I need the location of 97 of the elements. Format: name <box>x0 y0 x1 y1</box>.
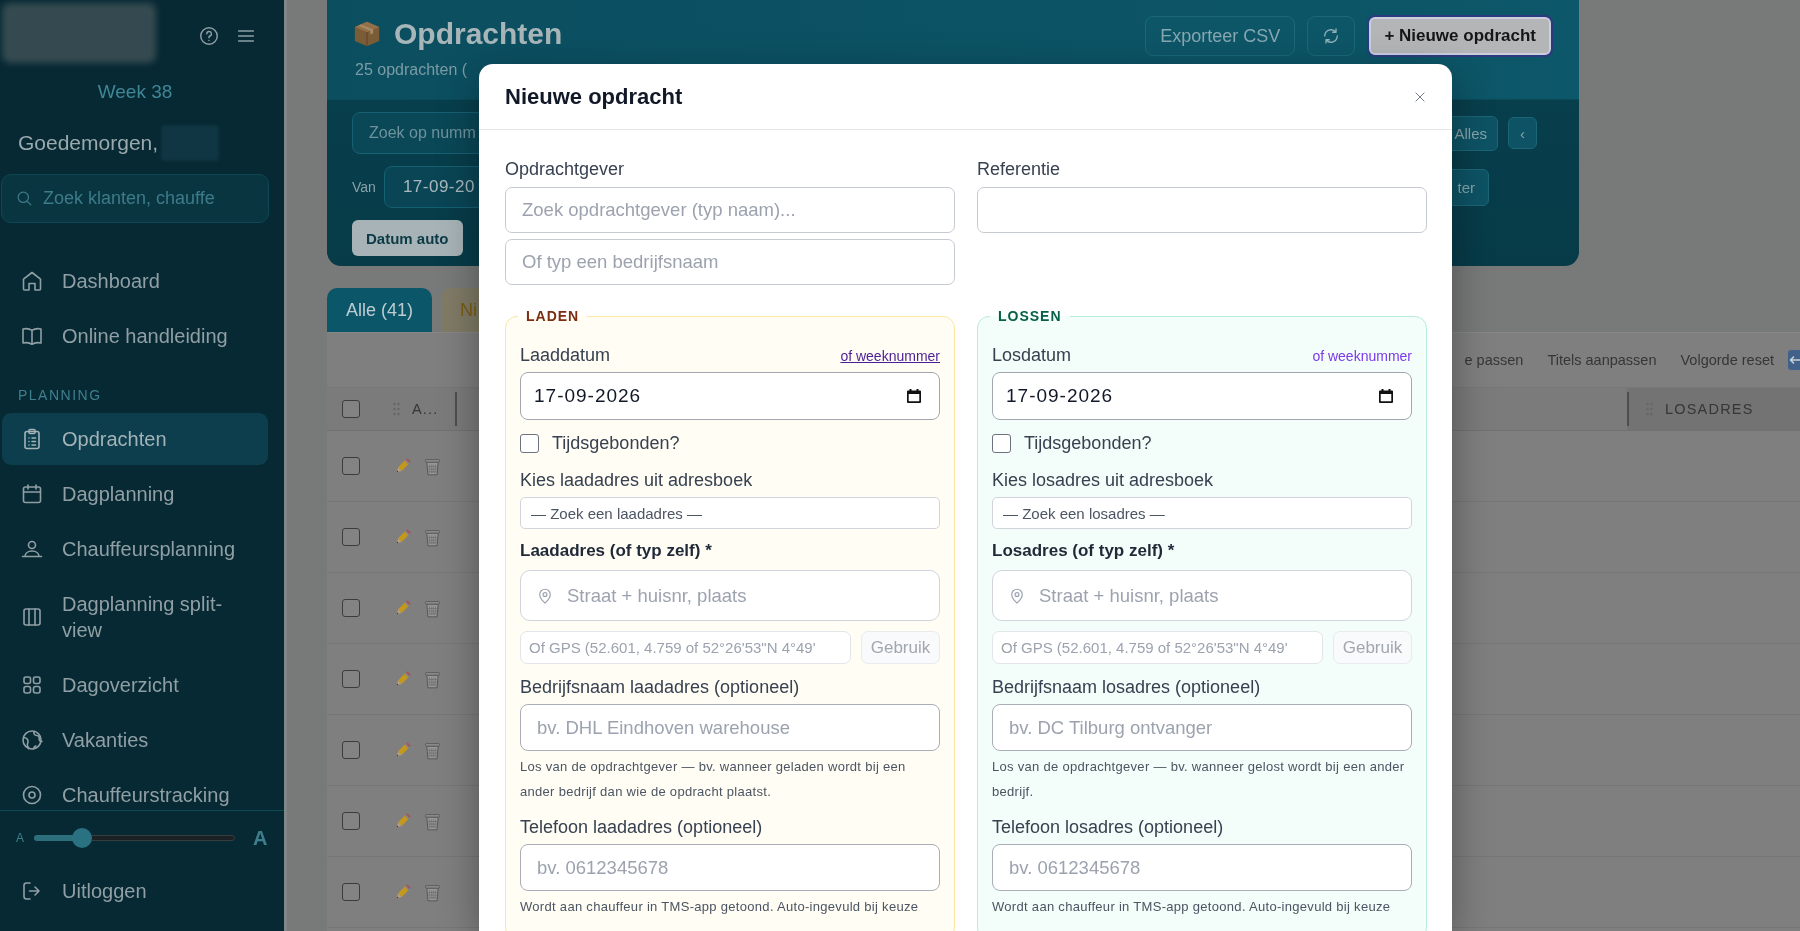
nav-item[interactable]: Online handleiding <box>2 310 268 362</box>
logout-button[interactable]: Uitloggen <box>2 865 268 917</box>
field-label: Van <box>352 179 376 195</box>
calendar-icon <box>20 482 44 506</box>
toolbar-button[interactable]: Titels aanpassen <box>1547 352 1657 368</box>
field-label: Losdatum <box>992 345 1072 365</box>
nav-item[interactable]: Dagplanning split-view <box>2 578 268 656</box>
field-label: Laaddatum <box>520 345 611 365</box>
gps-field[interactable]: Of GPS (52.601, 4.759 of 52°26'53"N 4°49' <box>992 631 1323 664</box>
nav-item[interactable]: Dashboard <box>2 255 268 307</box>
outline-button[interactable]: Exporteer CSV <box>1145 16 1296 56</box>
date-field[interactable]: 17-09-2026 <box>520 372 940 420</box>
week-number-link[interactable]: of weeknummer <box>840 348 940 364</box>
reference-field[interactable] <box>977 187 1427 233</box>
close-icon <box>1413 89 1427 104</box>
field-label: Kies losadres uit adresboek <box>992 470 1214 490</box>
field-label: Laadadres (of typ zelf) * <box>520 541 712 561</box>
checkbox[interactable] <box>342 883 360 901</box>
search-icon <box>15 189 34 208</box>
gps-field[interactable]: Of GPS (52.601, 4.759 of 52°26'53"N 4°49' <box>520 631 851 664</box>
search-field[interactable]: Zoek klanten, chauffe <box>1 174 269 223</box>
field-label: Kies laadadres uit adresboek <box>520 470 753 490</box>
field-label: Losadres (of typ zelf) * <box>992 541 1175 561</box>
nav-item[interactable]: Chauffeursplanning <box>2 523 268 575</box>
pin-icon <box>536 586 554 605</box>
refresh-button[interactable] <box>1307 16 1356 56</box>
help-text: Los van de opdrachtgever — bv. wanneer geladen wordt bij een ander bedrijf dan wie de opdracht plaatst. <box>520 758 907 801</box>
column-header: LOSADRES <box>1665 401 1754 417</box>
nav-item[interactable]: Chauffeurstracking <box>2 769 268 810</box>
checkbox[interactable] <box>342 670 360 688</box>
client-search-field[interactable]: Zoek opdrachtgever (typ naam)... <box>505 187 955 233</box>
checkbox[interactable] <box>342 400 360 418</box>
resize-handle[interactable] <box>1627 392 1629 426</box>
font-size-slider[interactable] <box>34 828 235 848</box>
phone-field[interactable]: bv. 0612345678 <box>520 844 940 891</box>
company-name-field[interactable]: Of typ een bedrijfsnaam <box>505 239 955 285</box>
nav-item[interactable]: Dagplanning <box>2 468 268 520</box>
section-heading: PLANNING <box>18 386 102 404</box>
grid-icon <box>20 673 44 697</box>
section-legend: LOSSEN <box>990 307 1070 325</box>
nav-item[interactable]: Dagoverzicht <box>2 659 268 711</box>
address-book-field[interactable]: — Zoek een losadres — <box>992 497 1412 529</box>
checkbox[interactable] <box>342 599 360 617</box>
checkbox-label: Tijdsgebonden? <box>1024 433 1152 453</box>
week-number-link[interactable]: of weeknummer <box>1312 348 1412 364</box>
tab[interactable]: Alle (41) <box>327 288 433 332</box>
page-title: Opdrachten <box>394 16 563 52</box>
nav-item[interactable]: Vakanties <box>2 714 268 766</box>
modal-title: Nieuwe opdracht <box>505 82 683 111</box>
globe-icon <box>20 728 44 752</box>
columns-icon <box>20 605 44 629</box>
toolbar-button[interactable]: Volgorde reset <box>1680 352 1774 368</box>
field-label: Telefoon laadadres (optioneel) <box>520 817 763 837</box>
checkbox[interactable] <box>342 812 360 830</box>
field-label: Bedrijfsnaam losadres (optioneel) <box>992 677 1261 697</box>
help-text: Wordt aan chauffeur in TMS-app getoond. Auto-ingevuld bij keuze <box>992 898 1392 916</box>
checkbox[interactable] <box>342 741 360 759</box>
help-icon[interactable] <box>198 25 220 47</box>
field-label: Telefoon losadres (optioneel) <box>992 817 1224 837</box>
calendar-icon[interactable] <box>1378 388 1394 404</box>
primary-button[interactable]: + Nieuwe opdracht <box>1367 15 1553 57</box>
toggle-button[interactable]: Datum auto <box>352 220 463 256</box>
checkbox[interactable] <box>992 433 1011 453</box>
text-size-label: A <box>16 831 24 845</box>
calendar-icon[interactable] <box>906 388 922 404</box>
arrow-icon[interactable] <box>1788 350 1800 370</box>
nav-item[interactable]: Opdrachten <box>2 413 268 465</box>
field-label: Bedrijfsnaam laadadres (optioneel) <box>520 677 800 697</box>
address-book-field[interactable]: — Zoek een laadadres — <box>520 497 940 529</box>
phone-field[interactable]: bv. 0612345678 <box>992 844 1412 891</box>
checkbox[interactable] <box>520 433 539 453</box>
company-field[interactable]: bv. DC Tilburg ontvanger <box>992 704 1412 751</box>
pin-icon <box>1008 586 1026 605</box>
box-icon <box>352 19 382 49</box>
toolbar-button[interactable]: e passen <box>1464 352 1524 368</box>
address-field[interactable]: Straat + huisnr, plaats <box>520 570 940 621</box>
target-icon <box>20 783 44 807</box>
company-field[interactable]: bv. DHL Eindhoven warehouse <box>520 704 940 751</box>
subtitle-text: 25 opdrachten ( <box>355 60 468 80</box>
resize-handle[interactable] <box>454 392 457 426</box>
help-text: Los van de opdrachtgever — bv. wanneer gelost wordt bij een ander bedrijf. <box>992 758 1406 801</box>
help-text: Wordt aan chauffeur in TMS-app getoond. Auto-ingevuld bij keuze <box>520 898 920 916</box>
slider-thumb[interactable] <box>72 828 93 848</box>
week-label: Week 38 <box>97 81 173 103</box>
address-field[interactable]: Straat + huisnr, plaats <box>992 570 1412 621</box>
home-icon <box>20 269 44 293</box>
checkbox[interactable] <box>342 457 360 475</box>
column-header: A... <box>412 401 439 417</box>
checkbox[interactable] <box>342 528 360 546</box>
previous-button[interactable]: ‹ <box>1508 117 1537 149</box>
date-field[interactable]: 17-09-2026 <box>992 372 1412 420</box>
greeting-text: Goedemorgen, <box>18 131 159 155</box>
text-size-label: A <box>253 826 268 850</box>
field-label: Opdrachtgever <box>505 159 625 179</box>
section-legend: LADEN <box>518 307 588 325</box>
checkbox-label: Tijdsgebonden? <box>552 433 680 453</box>
field-label: Referentie <box>977 159 1061 179</box>
